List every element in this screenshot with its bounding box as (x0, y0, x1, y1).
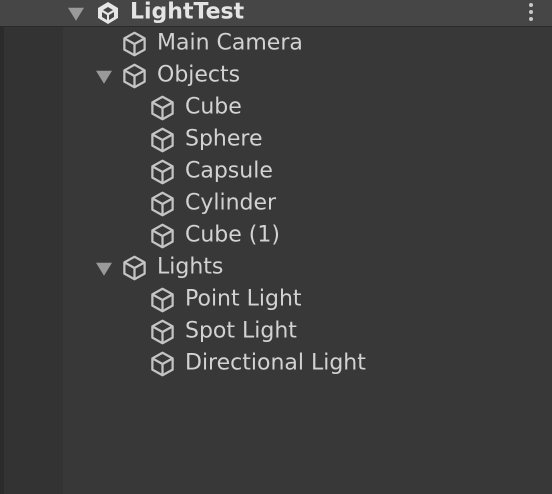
hierarchy-item-capsule[interactable]: Capsule (0, 156, 552, 188)
hierarchy-item-label[interactable]: Sphere (185, 125, 263, 153)
foldout-triangle-icon[interactable] (96, 262, 112, 276)
gameobject-cube-icon (151, 127, 174, 153)
hierarchy-item-cylinder[interactable]: Cylinder (0, 188, 552, 220)
foldout-triangle-icon[interactable] (96, 70, 112, 84)
hierarchy-item-label[interactable]: Main Camera (157, 29, 303, 57)
gameobject-cube-icon (151, 223, 174, 249)
hierarchy-item-sphere[interactable]: Sphere (0, 124, 552, 156)
gameobject-cube-icon (151, 159, 174, 185)
gameobject-cube-icon (151, 191, 174, 217)
scene-foldout-icon[interactable] (68, 7, 84, 21)
gameobject-cube-icon (123, 31, 146, 57)
gameobject-cube-icon (123, 255, 146, 281)
hierarchy-item-cube-1[interactable]: Cube (1) (0, 220, 552, 252)
hierarchy-item-label[interactable]: Directional Light (185, 349, 366, 377)
hierarchy-item-lights[interactable]: Lights (0, 252, 552, 284)
gameobject-cube-icon (151, 351, 174, 377)
hierarchy-item-label[interactable]: Capsule (185, 157, 273, 185)
hierarchy-item-label[interactable]: Point Light (185, 285, 302, 313)
hierarchy-item-point-light[interactable]: Point Light (0, 284, 552, 316)
kebab-menu-icon[interactable] (528, 3, 534, 23)
gameobject-cube-icon (151, 319, 174, 345)
gameobject-cube-icon (151, 287, 174, 313)
hierarchy-item-label[interactable]: Cube (1) (185, 221, 280, 249)
hierarchy-item-main-camera[interactable]: Main Camera (0, 28, 552, 60)
hierarchy-item-spot-light[interactable]: Spot Light (0, 316, 552, 348)
unity-scene-icon (98, 2, 118, 24)
hierarchy-item-label[interactable]: Objects (157, 61, 240, 89)
hierarchy-item-label[interactable]: Spot Light (185, 317, 297, 345)
scene-name[interactable]: LightTest (130, 0, 244, 26)
hierarchy-item-label[interactable]: Cube (185, 93, 242, 121)
hierarchy-item-objects[interactable]: Objects (0, 60, 552, 92)
hierarchy-item-label[interactable]: Lights (157, 253, 223, 281)
hierarchy-panel: LightTest Main Camera Objects Cube Spher… (0, 0, 552, 494)
hierarchy-item-directional-light[interactable]: Directional Light (0, 348, 552, 380)
hierarchy-item-cube[interactable]: Cube (0, 92, 552, 124)
hierarchy-item-label[interactable]: Cylinder (185, 189, 276, 217)
gameobject-cube-icon (151, 95, 174, 121)
scene-header[interactable]: LightTest (0, 0, 552, 27)
gameobject-cube-icon (123, 63, 146, 89)
